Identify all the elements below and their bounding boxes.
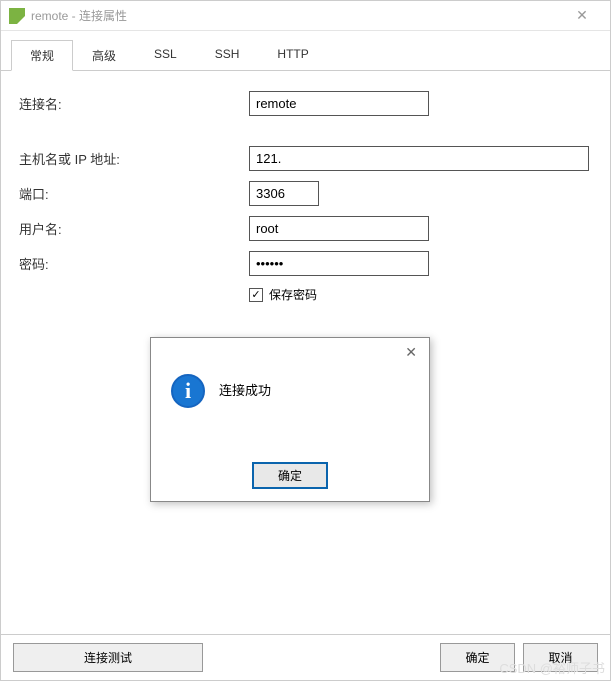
dialog-ok-button[interactable]: 确定 bbox=[252, 462, 328, 489]
info-icon: i bbox=[171, 374, 205, 408]
tab-ssh[interactable]: SSH bbox=[196, 40, 259, 71]
host-label: 主机名或 IP 地址: bbox=[19, 149, 249, 168]
port-input[interactable] bbox=[249, 181, 319, 206]
dialog-footer: 确定 bbox=[151, 450, 429, 501]
password-input[interactable] bbox=[249, 251, 429, 276]
dialog-message: 连接成功 bbox=[219, 374, 271, 399]
cancel-button[interactable]: 取消 bbox=[523, 643, 598, 672]
app-icon bbox=[9, 8, 25, 24]
dialog-close-icon[interactable]: ✕ bbox=[401, 344, 421, 361]
tab-advanced[interactable]: 高级 bbox=[73, 40, 135, 71]
password-label: 密码: bbox=[19, 254, 249, 273]
dialog-header: ✕ bbox=[151, 338, 429, 366]
close-icon[interactable]: ✕ bbox=[562, 7, 602, 24]
save-password-label: 保存密码 bbox=[269, 286, 317, 303]
port-label: 端口: bbox=[19, 184, 249, 203]
user-label: 用户名: bbox=[19, 219, 249, 238]
tab-bar: 常规 高级 SSL SSH HTTP bbox=[1, 31, 610, 71]
tab-http[interactable]: HTTP bbox=[258, 40, 327, 71]
test-connection-button[interactable]: 连接测试 bbox=[13, 643, 203, 672]
save-password-row[interactable]: ✓ 保存密码 bbox=[249, 286, 592, 303]
ok-button[interactable]: 确定 bbox=[440, 643, 515, 672]
tab-general[interactable]: 常规 bbox=[11, 40, 73, 71]
host-input[interactable] bbox=[249, 146, 589, 171]
window-title: remote - 连接属性 bbox=[31, 7, 562, 24]
user-input[interactable] bbox=[249, 216, 429, 241]
dialog-body: i 连接成功 bbox=[151, 366, 429, 450]
titlebar: remote - 连接属性 ✕ bbox=[1, 1, 610, 31]
conn-name-label: 连接名: bbox=[19, 94, 249, 113]
message-dialog: ✕ i 连接成功 确定 bbox=[150, 337, 430, 502]
tab-ssl[interactable]: SSL bbox=[135, 40, 196, 71]
conn-name-input[interactable] bbox=[249, 91, 429, 116]
save-password-checkbox[interactable]: ✓ bbox=[249, 288, 263, 302]
footer: 连接测试 确定 取消 bbox=[1, 634, 610, 680]
